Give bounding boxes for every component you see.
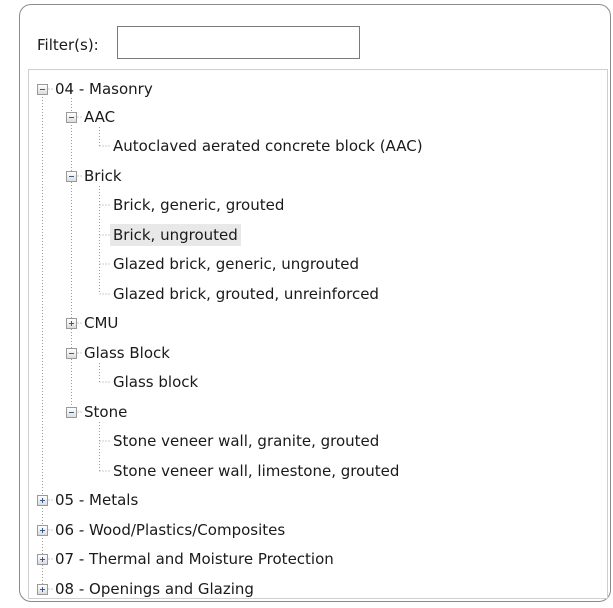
- tree-node-thermal-moisture[interactable]: 07 - Thermal and Moisture Protection: [52, 548, 337, 570]
- tree-leaf-stone-granite[interactable]: Stone veneer wall, granite, grouted: [110, 430, 382, 452]
- tree-leaf-stone-limestone[interactable]: Stone veneer wall, limestone, grouted: [110, 460, 402, 482]
- filter-label: Filter(s):: [37, 36, 99, 54]
- tree-leaf-brick-ungrouted[interactable]: Brick, ungrouted: [110, 224, 241, 246]
- tree-node-metals[interactable]: 05 - Metals: [52, 489, 141, 511]
- tree-node-cmu[interactable]: CMU: [81, 312, 121, 334]
- tree-node-aac[interactable]: AAC: [81, 106, 118, 128]
- expand-icon[interactable]: [37, 584, 48, 595]
- collapse-icon[interactable]: [66, 348, 77, 359]
- tree-leaf-glazed-brick-generic-ungrouted[interactable]: Glazed brick, generic, ungrouted: [110, 253, 362, 275]
- expand-icon[interactable]: [37, 525, 48, 536]
- expand-icon[interactable]: [66, 318, 77, 329]
- tree-node-wood-plastics-composites[interactable]: 06 - Wood/Plastics/Composites: [52, 519, 288, 541]
- collapse-icon[interactable]: [66, 407, 77, 418]
- collapse-icon[interactable]: [37, 84, 48, 95]
- tree-node-stone[interactable]: Stone: [81, 401, 130, 423]
- collapse-icon[interactable]: [66, 171, 77, 182]
- tree-leaf-aac-block[interactable]: Autoclaved aerated concrete block (AAC): [110, 135, 426, 157]
- material-browser-panel: Filter(s): 04 - Masonry AAC Autoclaved a…: [19, 4, 611, 602]
- tree-leaf-glass-block[interactable]: Glass block: [110, 371, 201, 393]
- tree-node-brick[interactable]: Brick: [81, 165, 125, 187]
- tree-leaf-brick-generic-grouted[interactable]: Brick, generic, grouted: [110, 194, 287, 216]
- filter-input[interactable]: [117, 26, 360, 59]
- material-tree[interactable]: 04 - Masonry AAC Autoclaved aerated conc…: [28, 69, 608, 599]
- tree-node-openings-glazing[interactable]: 08 - Openings and Glazing: [52, 578, 257, 600]
- tree-node-glass-block[interactable]: Glass Block: [81, 342, 173, 364]
- expand-icon[interactable]: [37, 495, 48, 506]
- collapse-icon[interactable]: [66, 112, 77, 123]
- tree-node-masonry[interactable]: 04 - Masonry: [52, 78, 156, 100]
- tree-leaf-glazed-brick-grouted-unreinforced[interactable]: Glazed brick, grouted, unreinforced: [110, 283, 382, 305]
- expand-icon[interactable]: [37, 554, 48, 565]
